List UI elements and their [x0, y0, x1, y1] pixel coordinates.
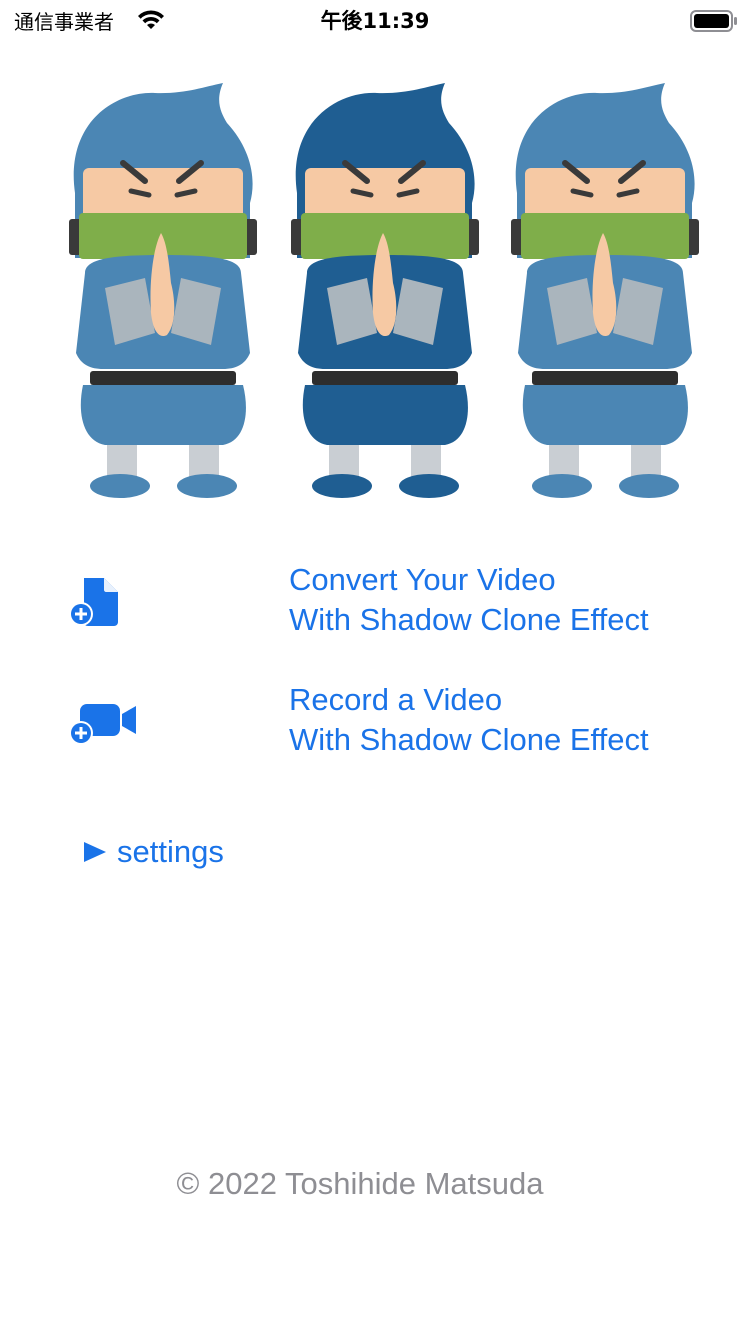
convert-video-line2: With Shadow Clone Effect	[289, 602, 649, 637]
copyright-text: © 2022 Toshihide Matsuda	[176, 1166, 544, 1201]
record-video-line1: Record a Video	[289, 682, 503, 717]
ninja-original-center	[291, 83, 479, 498]
document-add-icon	[69, 578, 118, 626]
record-video-line2: With Shadow Clone Effect	[289, 722, 649, 757]
ninja-clone-right	[511, 83, 699, 498]
convert-video-line1: Convert Your Video	[289, 562, 556, 597]
ninja-clone-left	[69, 83, 257, 498]
convert-video-button[interactable]: Convert Your Video With Shadow Clone Eff…	[0, 560, 750, 644]
play-triangle-icon	[84, 842, 106, 862]
settings-label: settings	[117, 834, 224, 869]
app-screen: 通信事業者 午後11:39 Convert Your Video With Sh…	[0, 0, 750, 1334]
status-time: 午後11:39	[320, 9, 430, 33]
status-bar: 通信事業者 午後11:39	[0, 0, 750, 40]
convert-video-label: Convert Your Video With Shadow Clone Eff…	[289, 560, 649, 640]
record-video-button[interactable]: Record a Video With Shadow Clone Effect	[0, 680, 750, 764]
record-video-label: Record a Video With Shadow Clone Effect	[289, 680, 649, 760]
ninja-clones-illustration	[40, 78, 710, 503]
video-camera-add-icon	[69, 704, 136, 745]
battery-icon	[690, 10, 737, 32]
